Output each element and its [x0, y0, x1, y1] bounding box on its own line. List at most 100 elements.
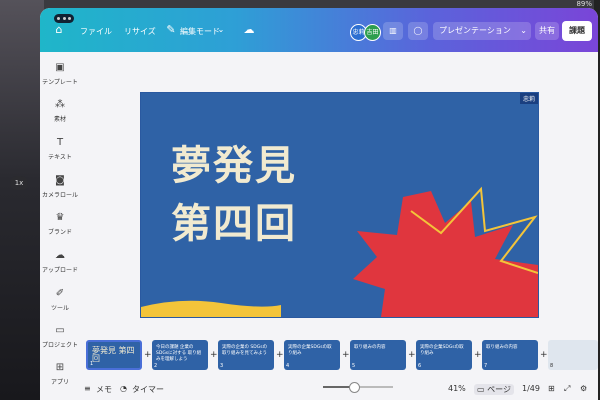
pencil-icon: ✎ — [166, 23, 176, 36]
red-starburst — [353, 191, 538, 317]
thumbnail-text: 取り組みの内容 — [354, 345, 386, 350]
upload-icon: ☁ — [55, 250, 65, 261]
sidebar-item-tools[interactable]: ✐ ツール — [40, 288, 80, 312]
grid-view-icon[interactable]: ⊞ — [548, 384, 555, 393]
pages-icon: ▭ — [477, 385, 485, 394]
sidebar-item-elements[interactable]: ⁂ 素材 — [40, 99, 80, 123]
zoom-slider-knob[interactable] — [349, 382, 360, 393]
slide-title-line2[interactable]: 第四回 — [171, 191, 297, 249]
tools-icon: ✐ — [55, 288, 65, 299]
thumbnail-text: 今日の課題 企業のSDGsに対する 取り組みを理解しよう — [156, 345, 202, 362]
elements-icon: ⁂ — [55, 99, 65, 110]
bar-chart-icon: ▥ — [389, 26, 397, 35]
present-label: プレゼンテーション — [439, 26, 511, 35]
share-button[interactable]: 共有 — [535, 22, 559, 40]
sidebar-item-brand[interactable]: ♛ ブランド — [40, 212, 80, 236]
timer-button[interactable]: タイマー — [132, 384, 164, 395]
home-icon[interactable]: ⌂ — [52, 23, 66, 37]
resize-menu[interactable]: リサイズ — [124, 26, 156, 37]
slide-canvas[interactable]: 忠莉 夢発見 第四回 — [140, 92, 539, 318]
battery-status: 89% — [576, 0, 592, 8]
brand-icon: ♛ — [55, 212, 65, 223]
add-page-icon[interactable]: + — [540, 350, 548, 360]
thumbnail-text: 実際の企業SDGsの取り組み — [420, 345, 464, 356]
thumbnail-text: 取り組みの内容 — [486, 345, 518, 350]
thumbnail-1[interactable]: 夢発見 第四回 1 — [86, 340, 142, 370]
file-menu[interactable]: ファイル — [80, 26, 112, 37]
page-thumbnails: 夢発見 第四回 1 + 今日の課題 企業のSDGsに対する 取り組みを理解しよう… — [86, 340, 598, 374]
slide-title-line1[interactable]: 夢発見 — [171, 133, 297, 191]
thumbnail-2[interactable]: 今日の課題 企業のSDGsに対する 取り組みを理解しよう 2 — [152, 340, 208, 370]
add-page-icon[interactable]: + — [210, 350, 218, 360]
add-page-icon[interactable]: + — [408, 350, 416, 360]
folder-icon: ▭ — [55, 325, 65, 336]
sidebar-item-camera-roll[interactable]: ◙ カメラロール — [40, 175, 80, 199]
zoom-level[interactable]: 41% — [448, 384, 466, 393]
thumbnail-number: 8 — [550, 363, 554, 369]
zoom-slider[interactable] — [323, 382, 393, 393]
notes-icon[interactable]: ≡ — [84, 384, 91, 393]
thumbnail-number: 5 — [352, 363, 356, 369]
chevron-down-icon[interactable]: ⌄ — [520, 22, 527, 40]
thumbnail-number: 4 — [286, 363, 290, 369]
camera-icon: ◙ — [55, 175, 65, 186]
sidebar-label-camera-roll: カメラロール — [41, 192, 78, 199]
sidebar-label-tools: ツール — [50, 305, 69, 312]
thumbnail-4[interactable]: 実際の企業SDGsの取り組み 4 — [284, 340, 340, 370]
thumbnail-6[interactable]: 実際の企業SDGsの取り組み 6 — [416, 340, 472, 370]
add-page-icon[interactable]: + — [342, 350, 350, 360]
pages-button[interactable]: ▭ ページ — [474, 384, 514, 395]
left-sidebar: ▣ テンプレート ⁂ 素材 T テキスト ◙ カメラロール ♛ ブランド ☁ ア… — [40, 52, 80, 400]
sidebar-label-templates: テンプレート — [42, 79, 78, 86]
template-icon: ▣ — [55, 62, 65, 73]
apps-icon: ⊞ — [55, 362, 65, 373]
thumbnail-text: 実際の企業の SDGsの取り組みを見てみよう — [222, 345, 268, 356]
cloud-sync-icon[interactable]: ☁ — [242, 23, 256, 37]
add-page-icon[interactable]: + — [474, 350, 482, 360]
add-page-icon[interactable]: + — [276, 350, 284, 360]
sidebar-item-upload[interactable]: ☁ アップロード — [40, 250, 80, 274]
sidebar-label-elements: 素材 — [53, 116, 66, 123]
sidebar-item-text[interactable]: T テキスト — [40, 137, 80, 161]
notes-button[interactable]: メモ — [96, 384, 112, 395]
sidebar-label-brand: ブランド — [47, 229, 72, 236]
thumbnail-7[interactable]: 取り組みの内容 7 — [482, 340, 538, 370]
editor-window: ⌂ ファイル リサイズ ✎ 編集モード ⌄ ☁ 忠莉 吉田 ▥ ◯ プレゼンテー… — [40, 8, 598, 400]
thumbnail-number: 2 — [154, 363, 158, 369]
thumbnail-8[interactable]: 8 — [548, 340, 598, 370]
assignment-label: 課題 — [569, 26, 585, 35]
thumbnail-number: 7 — [484, 363, 488, 369]
chevron-down-icon[interactable]: ⌄ — [214, 23, 228, 37]
thumbnail-5[interactable]: 取り組みの内容 5 — [350, 340, 406, 370]
top-toolbar: ⌂ ファイル リサイズ ✎ 編集モード ⌄ ☁ 忠莉 吉田 ▥ ◯ プレゼンテー… — [40, 8, 598, 52]
page-count: 1/49 — [522, 384, 540, 393]
assignment-button[interactable]: 課題 — [562, 21, 592, 41]
sidebar-label-upload: アップロード — [41, 267, 78, 274]
sidebar-label-text: テキスト — [48, 154, 72, 161]
comment-icon: ◯ — [413, 26, 423, 35]
sidebar-item-projects[interactable]: ▭ プロジェクト — [40, 325, 80, 349]
fullscreen-icon[interactable]: ⤢ — [564, 384, 570, 394]
collaborator-tag: 忠莉 — [519, 93, 538, 104]
help-icon[interactable]: ⚙ — [580, 384, 587, 393]
background-left: 1x — [0, 0, 44, 400]
pages-label: ページ — [487, 385, 511, 394]
bottom-toolbar: ≡ メモ ◔ タイマー 41% ▭ ページ 1/49 ⊞ ⤢ ⚙ — [40, 380, 598, 400]
thumbnail-3[interactable]: 実際の企業の SDGsの取り組みを見てみよう 3 — [218, 340, 274, 370]
multitask-dots[interactable] — [54, 14, 74, 23]
speed-pill[interactable]: 1x — [10, 176, 28, 190]
comment-button[interactable]: ◯ — [408, 22, 428, 40]
text-icon: T — [56, 137, 64, 148]
sidebar-label-projects: プロジェクト — [41, 342, 78, 349]
yellow-wave — [141, 300, 281, 317]
thumbnail-number: 1 — [90, 361, 94, 367]
sidebar-item-templates[interactable]: ▣ テンプレート — [40, 62, 80, 86]
avatar-2[interactable]: 吉田 — [364, 24, 381, 41]
add-page-icon[interactable]: + — [144, 350, 152, 360]
timer-icon[interactable]: ◔ — [120, 384, 127, 393]
insights-button[interactable]: ▥ — [383, 22, 403, 40]
thumbnail-number: 6 — [418, 363, 422, 369]
thumbnail-number: 3 — [220, 363, 224, 369]
present-button[interactable]: プレゼンテーション ⌄ — [433, 22, 531, 40]
thumbnail-text: 夢発見 第四回 — [92, 346, 135, 363]
